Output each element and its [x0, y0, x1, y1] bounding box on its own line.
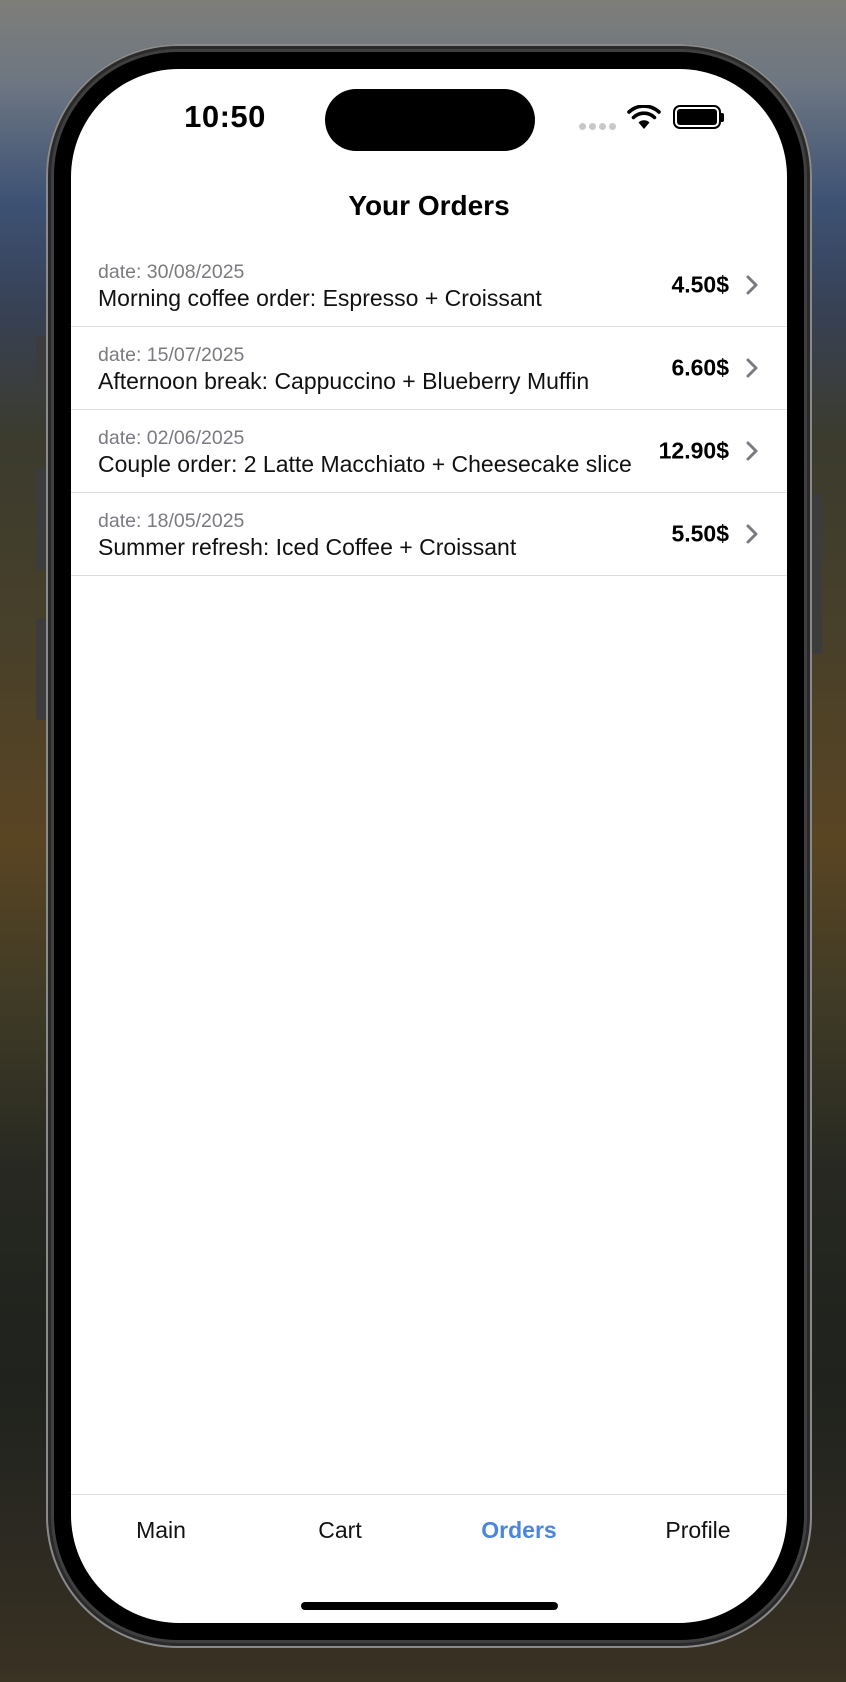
order-price: 4.50$ [671, 271, 729, 298]
dynamic-island [325, 89, 535, 151]
chevron-right-icon [746, 441, 758, 461]
tab-cart[interactable]: Cart [250, 1517, 430, 1544]
order-row[interactable]: date: 02/06/2025 Couple order: 2 Latte M… [71, 410, 787, 493]
order-price: 12.90$ [658, 437, 729, 464]
volume-up-button [36, 468, 46, 570]
order-price: 5.50$ [671, 520, 729, 547]
tab-bar: Main Cart Orders Profile [71, 1494, 787, 1565]
battery-level [677, 109, 717, 125]
tab-orders[interactable]: Orders [429, 1517, 609, 1544]
order-description: Morning coffee order: Espresso + Croissa… [98, 285, 542, 311]
chevron-right-icon [746, 358, 758, 378]
order-info: date: 15/07/2025 Afternoon break: Cappuc… [98, 343, 638, 395]
order-info: date: 02/06/2025 Couple order: 2 Latte M… [98, 426, 638, 478]
status-time: 10:50 [184, 99, 266, 134]
power-button [812, 494, 822, 654]
chevron-right-icon [746, 524, 758, 544]
battery-full-icon [673, 105, 721, 129]
volume-down-button [36, 618, 46, 720]
order-description: Couple order: 2 Latte Macchiato + Cheese… [98, 451, 632, 477]
order-date: date: 15/07/2025 [98, 344, 245, 366]
order-row[interactable]: date: 30/08/2025 Morning coffee order: E… [71, 244, 787, 327]
order-description: Summer refresh: Iced Coffee + Croissant [98, 534, 517, 560]
battery-nub [721, 113, 724, 122]
cellular-signal-icon [579, 123, 619, 131]
chevron-right-icon [746, 275, 758, 295]
tab-profile[interactable]: Profile [608, 1517, 787, 1544]
order-row[interactable]: date: 18/05/2025 Summer refresh: Iced Co… [71, 493, 787, 576]
orders-list: date: 30/08/2025 Morning coffee order: E… [71, 244, 787, 576]
tab-main[interactable]: Main [71, 1517, 251, 1544]
order-date: date: 02/06/2025 [98, 427, 245, 449]
app-screen: 10:50 Your Orders date: 30/08/2025 Morni… [71, 69, 787, 1623]
order-date: date: 18/05/2025 [98, 510, 245, 532]
home-indicator[interactable] [301, 1602, 558, 1610]
order-description: Afternoon break: Cappuccino + Blueberry … [98, 368, 590, 394]
page-title: Your Orders [348, 190, 510, 221]
order-row[interactable]: date: 15/07/2025 Afternoon break: Cappuc… [71, 327, 787, 410]
wifi-icon [627, 105, 661, 129]
order-price: 6.60$ [671, 354, 729, 381]
action-button [36, 336, 46, 388]
order-info: date: 18/05/2025 Summer refresh: Iced Co… [98, 509, 638, 561]
order-date: date: 30/08/2025 [98, 261, 245, 283]
order-info: date: 30/08/2025 Morning coffee order: E… [98, 260, 638, 312]
